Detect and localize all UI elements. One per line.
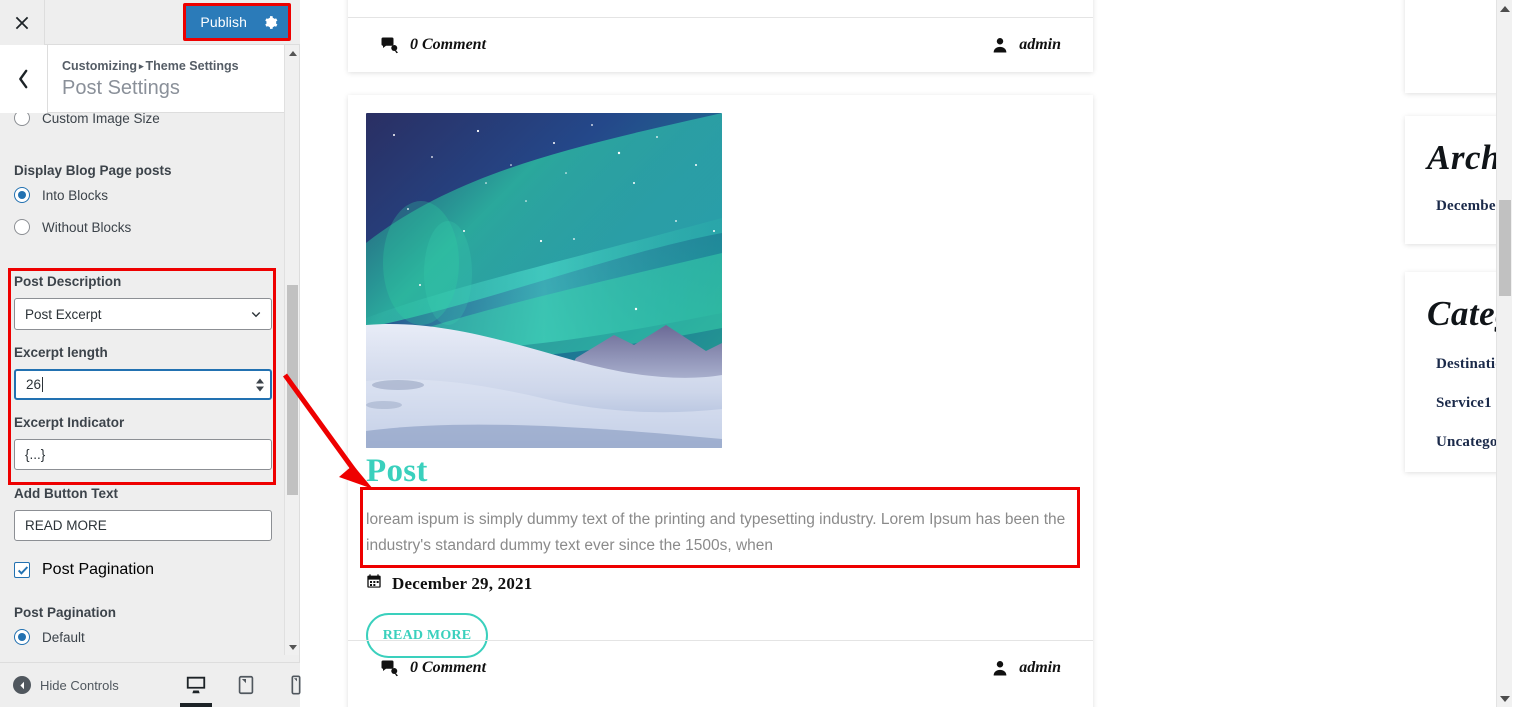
calendar-icon (366, 573, 382, 594)
post-card: Post loream ispum is simply dummy text o… (348, 95, 1093, 707)
control-post-pagination-toggle: Post Pagination (14, 561, 272, 579)
control-display-blog-page-posts: Display Blog Page posts Into Blocks With… (14, 163, 272, 251)
post-description-select[interactable]: Post Excerpt (14, 298, 272, 330)
hide-controls-button[interactable]: Hide Controls (13, 676, 119, 694)
radio-row-without-blocks[interactable]: Without Blocks (14, 219, 272, 235)
check-icon (17, 566, 29, 575)
customizer-scroll-down-arrow[interactable] (285, 639, 300, 655)
gear-icon[interactable] (263, 15, 278, 30)
excerpt-length-input[interactable]: 26 (14, 369, 272, 400)
radio-label-without-blocks: Without Blocks (42, 219, 132, 235)
screen: 0 Comment admin Post loream ispum is sim… (0, 0, 1528, 707)
customizer-scroll-up-arrow[interactable] (285, 45, 300, 61)
breadcrumb[interactable]: Customizing ▸ Theme Settings (62, 59, 239, 73)
publish-button[interactable]: Publish (186, 6, 288, 38)
checkbox-label-post-pagination: Post Pagination (42, 561, 155, 578)
comment-count: 0 Comment (410, 659, 487, 676)
scrollbar-thumb[interactable] (1499, 200, 1511, 296)
tablet-icon (238, 675, 254, 694)
control-post-pagination: Post Pagination Default (14, 605, 272, 655)
excerpt-indicator-label: Excerpt Indicator (14, 415, 125, 430)
author-meta: admin (991, 659, 1061, 677)
preview-content: 0 Comment admin Post loream ispum is sim… (300, 0, 1512, 707)
comment-icon (380, 659, 398, 677)
author-name-previous: admin (1019, 36, 1061, 53)
stepper-up-icon[interactable] (256, 378, 264, 383)
device-preview-switcher (180, 662, 310, 707)
close-customizer-button[interactable] (0, 0, 45, 45)
comment-count-previous: 0 Comment (410, 36, 487, 53)
preview-scrollbar[interactable] (1496, 0, 1512, 707)
post-description-value: Post Excerpt (25, 306, 102, 322)
device-mobile-button[interactable] (282, 670, 310, 700)
post-pagination-label: Post Pagination (14, 605, 117, 620)
excerpt-length-label: Excerpt length (14, 345, 108, 360)
control-excerpt-length: Excerpt length 26 (14, 345, 272, 400)
theme-preview-frame: 0 Comment admin Post loream ispum is sim… (300, 0, 1512, 707)
radio-label-default: Default (42, 629, 85, 645)
comment-icon (380, 36, 398, 54)
customizer-panel: Publish Custom Image Size Display Blog P… (0, 0, 301, 707)
author-meta-previous: admin (991, 36, 1061, 54)
add-button-text-input[interactable] (14, 510, 272, 541)
excerpt-length-value: 26 (26, 377, 42, 392)
post-date: December 29, 2021 (366, 573, 532, 594)
scrollbar-down-arrow[interactable] (1497, 690, 1512, 707)
customizer-controls-scroll[interactable]: Custom Image Size Display Blog Page post… (0, 45, 285, 655)
customizer-scrollbar-thumb[interactable] (287, 285, 298, 495)
close-icon (15, 16, 29, 29)
annotation-box-publish: Publish (183, 3, 291, 41)
breadcrumb-root[interactable]: Customizing (62, 59, 137, 73)
device-tablet-button[interactable] (232, 670, 260, 700)
back-button[interactable] (0, 45, 48, 113)
radio-without-blocks[interactable] (14, 219, 30, 235)
breadcrumb-separator-icon: ▸ (139, 61, 144, 71)
page-title: Post Settings (62, 77, 180, 99)
add-button-text-label: Add Button Text (14, 486, 118, 501)
customizer-scrollbar[interactable] (284, 45, 299, 655)
scrollbar-up-arrow[interactable] (1497, 0, 1512, 17)
radio-row-into-blocks[interactable]: Into Blocks (14, 187, 272, 203)
stepper-down-icon[interactable] (256, 386, 264, 391)
desktop-icon (186, 676, 206, 693)
customizer-header: Publish (0, 0, 300, 45)
display-blog-page-posts-label: Display Blog Page posts (14, 163, 172, 178)
chevron-down-icon (251, 312, 261, 318)
post-meta-previous: 0 Comment admin (348, 17, 1093, 72)
mobile-icon (291, 674, 301, 695)
radio-pagination-default[interactable] (14, 629, 30, 645)
breadcrumb-parent[interactable]: Theme Settings (146, 59, 239, 73)
excerpt-length-stepper[interactable] (256, 378, 264, 391)
checkbox-row-post-pagination[interactable]: Post Pagination (14, 561, 272, 579)
post-excerpt: loream ispum is simply dummy text of the… (366, 511, 1066, 554)
comment-meta-previous: 0 Comment (380, 36, 486, 54)
radio-label-into-blocks: Into Blocks (42, 187, 109, 203)
collapse-icon (13, 676, 31, 694)
text-cursor (42, 377, 44, 392)
post-description-label: Post Description (14, 274, 122, 289)
post-card-previous: 0 Comment admin (348, 0, 1093, 72)
author-name: admin (1019, 659, 1061, 676)
post-date-text: December 29, 2021 (392, 573, 533, 593)
control-excerpt-indicator: Excerpt Indicator (14, 415, 272, 470)
customizer-section-header: Customizing ▸ Theme Settings Post Settings (0, 45, 285, 113)
radio-into-blocks[interactable] (14, 187, 30, 203)
control-post-description: Post Description Post Excerpt (14, 274, 272, 330)
chevron-left-icon (19, 69, 28, 89)
excerpt-indicator-input[interactable] (14, 439, 272, 470)
device-desktop-button[interactable] (180, 670, 212, 707)
radio-row-default[interactable]: Default (14, 629, 272, 645)
hide-controls-label: Hide Controls (40, 677, 119, 693)
user-icon (991, 36, 1009, 54)
publish-button-label: Publish (200, 14, 247, 30)
user-icon (991, 659, 1009, 677)
post-meta: 0 Comment admin (348, 640, 1093, 695)
comment-meta: 0 Comment (380, 659, 486, 677)
checkbox-post-pagination[interactable] (14, 562, 30, 578)
post-title[interactable]: Post (366, 453, 428, 490)
customizer-footer: Hide Controls (0, 662, 301, 707)
control-add-button-text: Add Button Text (14, 486, 272, 541)
featured-image[interactable] (366, 113, 722, 448)
